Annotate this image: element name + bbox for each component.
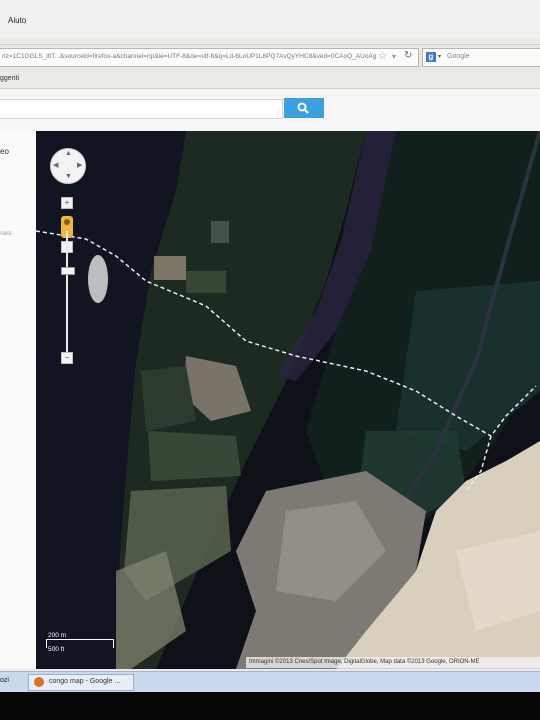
menu-bar: Aiuto (0, 0, 540, 38)
satellite-imagery (36, 131, 540, 669)
left-panel-note: vare (0, 231, 12, 237)
monitor-bezel (0, 692, 540, 720)
reload-icon[interactable]: ↻ (404, 50, 412, 61)
zoom-slider-thumb[interactable] (61, 267, 75, 275)
google-icon[interactable]: g (426, 52, 436, 62)
pan-right-icon[interactable]: ▶ (77, 161, 82, 169)
bookmark-star-icon[interactable]: ☆ (378, 51, 387, 62)
zoom-slider[interactable] (66, 231, 68, 357)
taskbar-window-label: congo map - Google ... (49, 678, 121, 685)
left-panel: eo vare (0, 131, 37, 669)
maps-search-button[interactable] (284, 98, 324, 118)
url-dropdown-icon[interactable]: ▾ (392, 52, 396, 61)
pan-left-icon[interactable]: ◀ (53, 161, 58, 169)
firefox-icon (34, 677, 44, 687)
maps-search-input[interactable] (0, 99, 283, 119)
bookmarks-toolbar: ggeriti (0, 72, 540, 89)
taskbar-left-item[interactable]: ozi (0, 677, 9, 684)
zoom-in-button[interactable]: + (61, 197, 73, 209)
url-text[interactable]: rlz=1C1GGLS_itIT...&sourceid=firefox-a&c… (2, 53, 376, 60)
search-engine-label: Google (447, 53, 470, 60)
left-panel-tab[interactable]: eo (0, 147, 9, 156)
search-engine-dropdown-icon[interactable]: ▾ (438, 53, 441, 60)
satellite-map[interactable]: ▲ ▼ ◀ ▶ + · − 200 m 500 ft Immagini ©201… (36, 131, 540, 669)
taskbar: ozi congo map - Google ... (0, 671, 540, 692)
search-icon (297, 102, 309, 114)
taskbar-window-button[interactable]: congo map - Google ... (28, 674, 134, 691)
url-bar[interactable]: rlz=1C1GGLS_itIT...&sourceid=firefox-a&c… (0, 48, 419, 67)
pan-down-icon[interactable]: ▼ (65, 173, 72, 180)
scale-metric: 200 m (48, 632, 67, 639)
screen: Aiuto rlz=1C1GGLS_itIT...&sourceid=firef… (0, 0, 540, 720)
menu-help[interactable]: Aiuto (8, 16, 26, 25)
pan-up-icon[interactable]: ▲ (65, 150, 72, 157)
browser-search-box[interactable]: g ▾ Google (422, 48, 540, 67)
zoom-out-button[interactable]: − (61, 352, 73, 364)
bookmark-item[interactable]: ggeriti (0, 75, 19, 82)
map-attribution: Immagini ©2013 Cnes/Spot Image, DigitalG… (246, 657, 540, 668)
pan-control[interactable]: ▲ ▼ ◀ ▶ (50, 148, 86, 184)
scale-imperial: 500 ft (48, 646, 65, 653)
